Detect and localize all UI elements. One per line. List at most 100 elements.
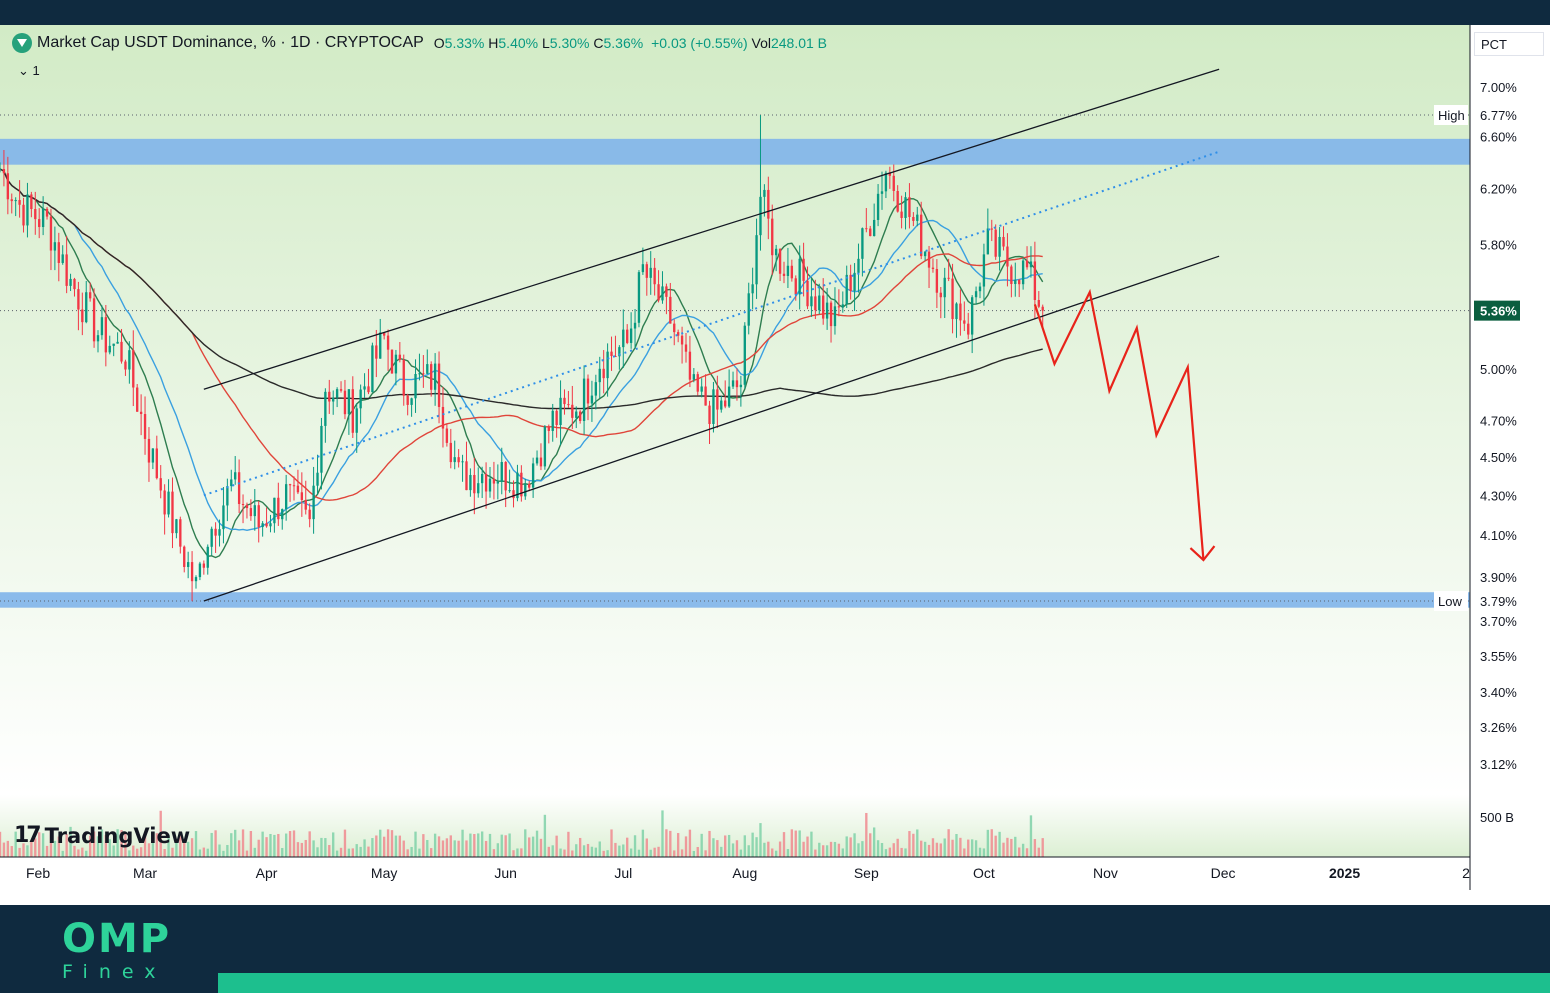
support-zone (0, 592, 1470, 608)
volume-bar (300, 842, 304, 857)
candle-body (492, 478, 496, 484)
volume-bar (947, 829, 950, 857)
candle-body (528, 483, 531, 488)
candle-body (234, 472, 237, 480)
y-tick-label: 3.26% (1480, 720, 1517, 735)
scale-mode-button[interactable]: PCT (1474, 32, 1544, 56)
candle-body (484, 473, 488, 492)
candle-body (249, 508, 253, 517)
volume-bar (822, 845, 825, 857)
candle-body (771, 218, 774, 256)
candle-body (970, 297, 974, 335)
volume-bar (943, 838, 946, 857)
candle-body (974, 291, 978, 298)
volume-bar (939, 843, 942, 857)
volume-bar (555, 835, 558, 857)
volume-bar (508, 833, 511, 857)
volume-bar (869, 833, 872, 857)
candle-body (469, 474, 472, 491)
candle-body (986, 228, 990, 255)
candle-body (218, 529, 221, 536)
volume-bar (339, 847, 343, 857)
x-tick-label: Sep (854, 865, 879, 881)
candle-body (876, 193, 880, 220)
volume-bar (304, 839, 307, 857)
candle-body (500, 462, 503, 482)
candle-body (712, 389, 715, 424)
candle-body (402, 359, 405, 396)
candle-body (183, 546, 186, 567)
candle-body (104, 317, 108, 353)
symbol-title[interactable]: Market Cap USDT Dominance, % · 1D · CRYP… (37, 34, 424, 52)
volume-bar (539, 838, 543, 857)
volume-bar (261, 831, 264, 857)
candle-body (880, 191, 884, 194)
candle-body (508, 490, 511, 492)
candle-body (241, 504, 245, 506)
volume-bar (1041, 838, 1044, 857)
volume-bar (876, 840, 880, 857)
open-value: 5.33% (444, 35, 485, 51)
volume-bar (794, 830, 797, 857)
candle-body (735, 380, 739, 388)
volume-bar (379, 829, 382, 857)
candle-body (582, 378, 586, 421)
candle-body (555, 410, 558, 426)
candle-body (53, 242, 57, 251)
candle-body (1041, 306, 1044, 311)
volume-bar (998, 831, 1001, 857)
volume-bar (1029, 815, 1033, 857)
candle-body (778, 248, 782, 274)
x-tick-label: Jun (494, 865, 517, 881)
volume-bar (430, 848, 433, 857)
candle-body (684, 344, 688, 352)
candle-body (496, 481, 500, 484)
candle-body (790, 265, 794, 279)
range-high-label-value: 6.77% (1480, 108, 1517, 123)
volume-bar (234, 829, 237, 857)
volume-bar (696, 847, 699, 857)
volume-bar (433, 833, 437, 857)
y-tick-label: 7.00% (1480, 80, 1517, 95)
candle-body (410, 398, 413, 405)
volume-bar (978, 847, 982, 857)
volume-bar (484, 840, 488, 857)
volume-bar (249, 830, 253, 857)
y-tick-label: 3.12% (1480, 757, 1517, 772)
volume-bar (547, 846, 550, 857)
candle-body (845, 274, 848, 305)
volume-bar (818, 842, 821, 857)
candle-body (57, 242, 60, 263)
indicator-collapse-button[interactable]: ⌄ 1 (12, 61, 46, 81)
candle-body (861, 228, 864, 259)
volume-bar (657, 846, 660, 857)
price-chart[interactable]: 7.00% 6.60% 6.20% 5.80% 5.00% 4.70% 4.50% 4.30%… (0, 25, 1550, 905)
candle-body (406, 395, 409, 405)
volume-bar (163, 848, 166, 857)
candle-body (343, 390, 347, 415)
volume-bar (861, 841, 864, 857)
volume-bar (363, 839, 366, 857)
volume-bar (857, 843, 860, 857)
candle-body (747, 293, 750, 326)
volume-bar (774, 850, 778, 857)
volume-bar (720, 846, 723, 857)
candle-body (833, 306, 837, 327)
volume-bar (2, 842, 6, 857)
y-tick-label: 5.80% (1480, 238, 1517, 253)
volume-bar (265, 837, 268, 857)
tether-icon (12, 33, 32, 53)
y-tick-label: 4.10% (1480, 528, 1517, 543)
candle-body (198, 563, 202, 578)
volume-bar (171, 847, 174, 857)
volume-bar (641, 829, 645, 857)
volume-bar (210, 832, 213, 857)
y-tick-label: 3.55% (1480, 649, 1517, 664)
candle-body (692, 374, 696, 380)
candle-body (825, 302, 829, 319)
candle-body (622, 329, 625, 348)
candle-body (543, 426, 547, 467)
candle-body (92, 298, 96, 342)
volume-bar (422, 834, 425, 857)
x-tick-label: Apr (256, 865, 278, 881)
